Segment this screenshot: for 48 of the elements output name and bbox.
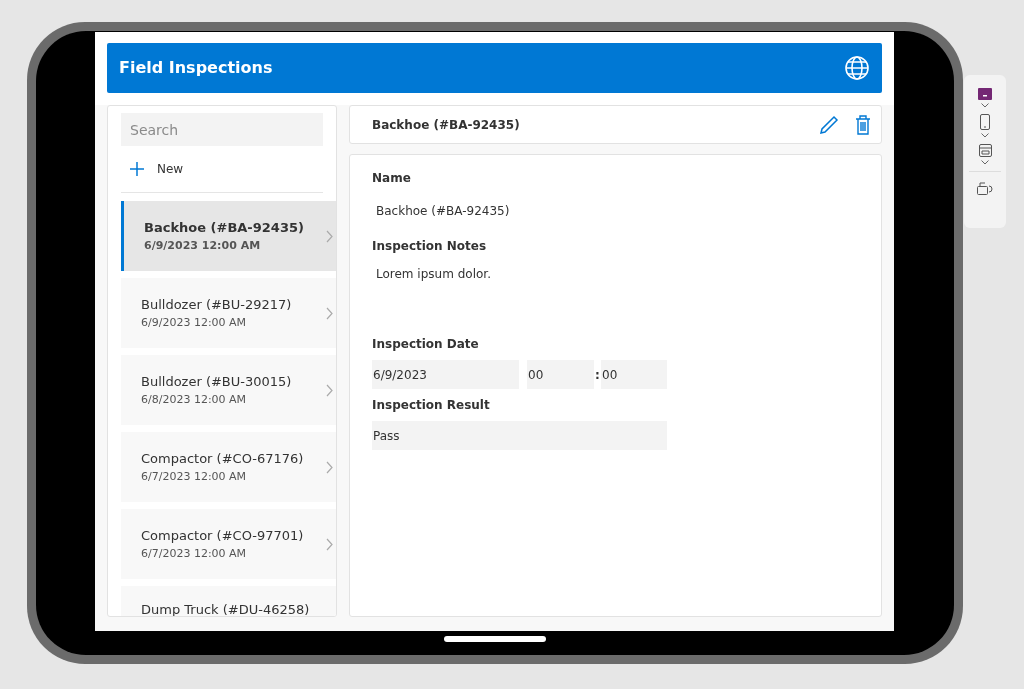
globe-icon[interactable]	[844, 55, 870, 81]
hour-field[interactable]: 00	[527, 360, 594, 389]
item-title: Dump Truck (#DU-46258)	[141, 601, 311, 616]
result-field[interactable]: Pass	[372, 421, 667, 450]
list-item[interactable]: Backhoe (#BA-92435) 6/9/2023 12:00 AM	[121, 201, 336, 271]
color-swatch-icon[interactable]	[978, 88, 992, 100]
time-separator: :	[594, 366, 601, 384]
chevron-right-icon	[326, 537, 333, 551]
plus-icon	[129, 161, 145, 177]
field-label: Name	[372, 170, 412, 187]
new-button[interactable]: New	[121, 146, 192, 192]
list-item[interactable]: Bulldozer (#BU-30015) 6/8/2023 12:00 AM	[121, 355, 336, 425]
item-title: Compactor (#CO-97701)	[141, 527, 305, 545]
search-field[interactable]: Search	[121, 113, 323, 146]
item-title: Backhoe (#BA-92435)	[144, 219, 305, 237]
list-item[interactable]: Dump Truck (#DU-46258)	[121, 586, 336, 616]
field-label: Inspection Notes	[372, 238, 488, 255]
list-item[interactable]: Bulldozer (#BU-29217) 6/9/2023 12:00 AM	[121, 278, 336, 348]
minute-field[interactable]: 00	[601, 360, 667, 389]
delete-icon[interactable]	[855, 114, 871, 135]
item-date: 6/8/2023 12:00 AM	[141, 391, 248, 408]
app-title: Field Inspections	[119, 57, 273, 79]
field-label: Inspection Date	[372, 336, 480, 353]
edit-icon[interactable]	[819, 114, 839, 135]
phone-icon[interactable]	[980, 114, 990, 130]
date-field[interactable]: 6/9/2023	[372, 360, 519, 389]
chevron-down-icon[interactable]	[981, 133, 989, 138]
item-date: 6/7/2023 12:00 AM	[141, 545, 248, 562]
chevron-right-icon	[326, 229, 333, 243]
field-label: Inspection Result	[372, 397, 491, 414]
item-title: Bulldozer (#BU-30015)	[141, 373, 293, 391]
list-item[interactable]: Compactor (#CO-97701) 6/7/2023 12:00 AM	[121, 509, 336, 579]
chevron-right-icon	[326, 306, 333, 320]
item-title: Bulldozer (#BU-29217)	[141, 296, 293, 314]
chevron-down-icon[interactable]	[981, 160, 989, 165]
notes-value: Lorem ipsum dolor.	[376, 266, 492, 283]
item-date: 6/9/2023 12:00 AM	[141, 314, 248, 331]
rotate-device-icon[interactable]	[977, 182, 993, 195]
chevron-down-icon[interactable]	[981, 103, 989, 108]
item-date: 6/7/2023 12:00 AM	[141, 468, 248, 485]
record-title: Backhoe (#BA-92435)	[372, 116, 520, 134]
item-date: 6/9/2023 12:00 AM	[144, 237, 262, 254]
list-item[interactable]: Compactor (#CO-67176) 6/7/2023 12:00 AM	[121, 432, 336, 502]
chevron-right-icon	[326, 460, 333, 474]
item-title: Compactor (#CO-67176)	[141, 450, 305, 468]
chevron-right-icon	[326, 383, 333, 397]
layout-icon[interactable]	[978, 144, 992, 157]
name-value: Backhoe (#BA-92435)	[376, 203, 511, 220]
